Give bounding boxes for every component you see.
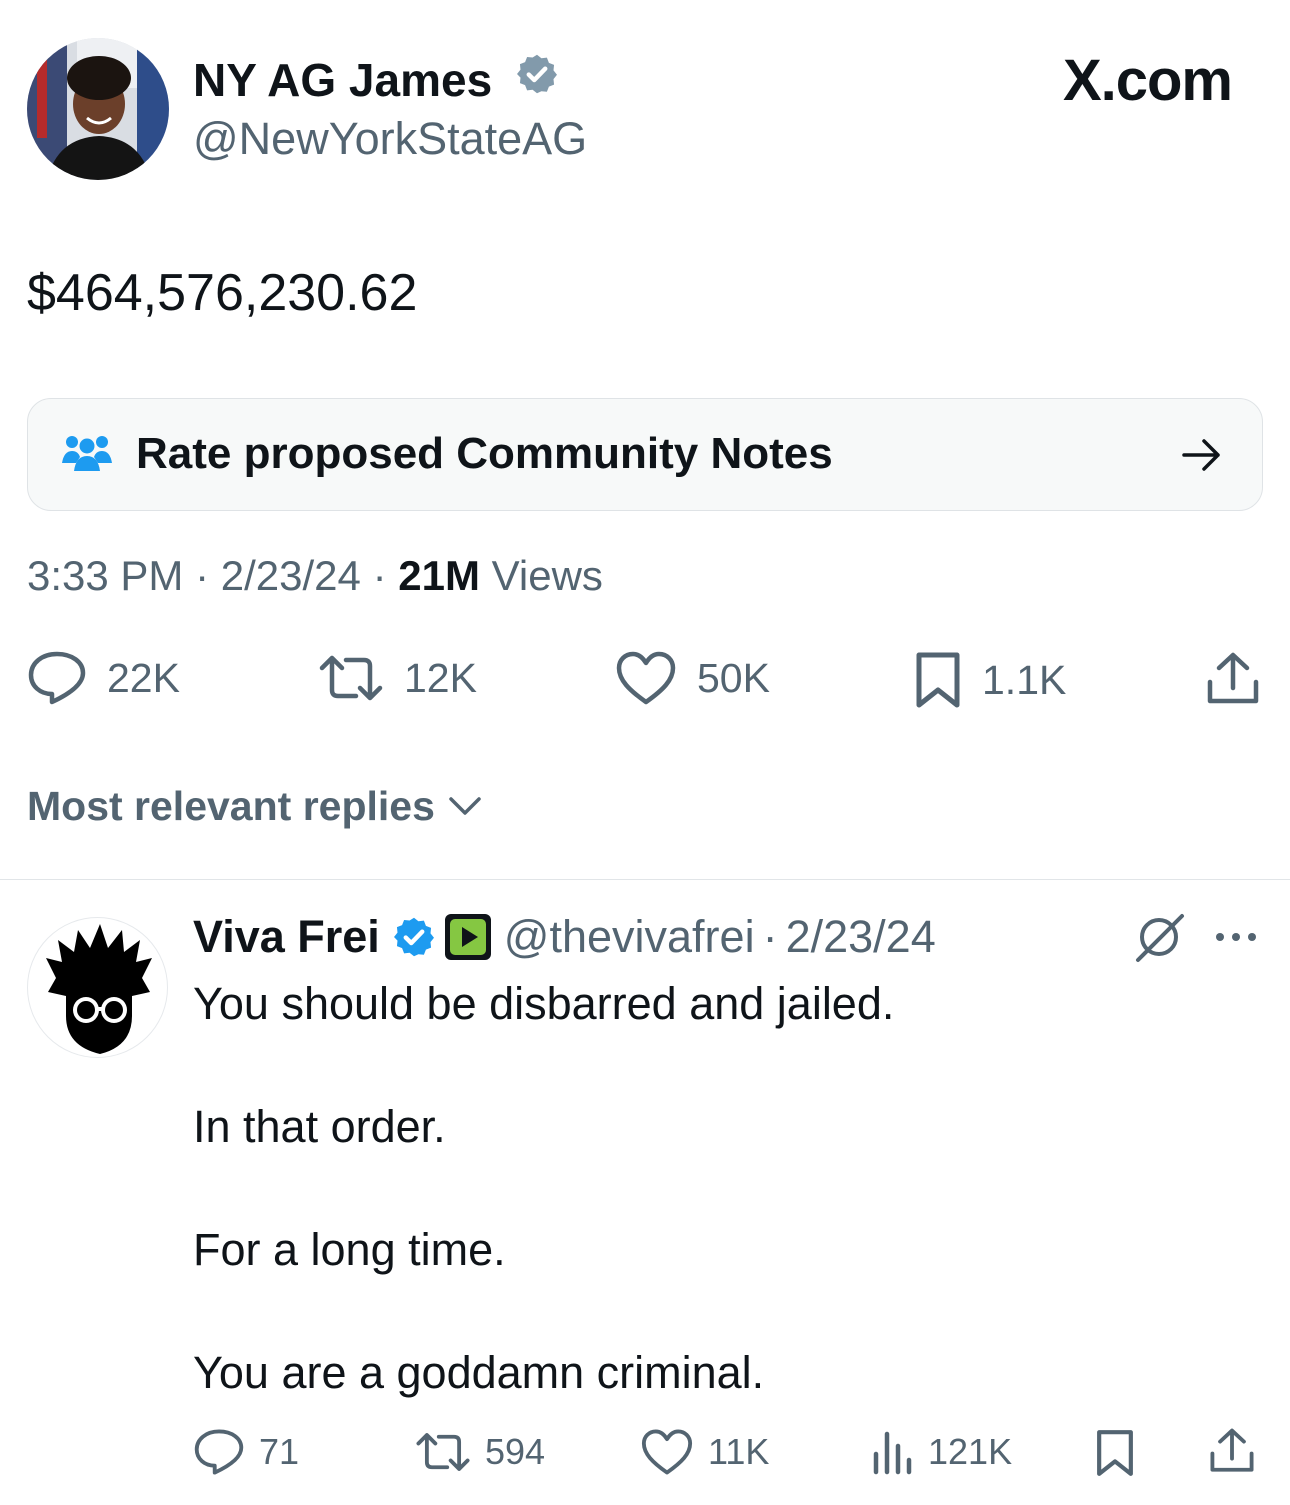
reply-date[interactable]: 2/23/24: [786, 908, 936, 966]
community-notes-card[interactable]: Rate proposed Community Notes: [27, 398, 1263, 511]
repost-button[interactable]: 12K: [318, 650, 477, 706]
reply-text-line: You are a goddamn criminal.: [193, 1347, 765, 1398]
share-icon: [1207, 652, 1259, 704]
reply-text-line: For a long time.: [193, 1224, 506, 1275]
repost-count: 12K: [404, 654, 477, 701]
tweet-text: $464,576,230.62: [27, 264, 418, 322]
bookmark-icon: [916, 652, 960, 708]
author-avatar[interactable]: [27, 38, 169, 180]
bookmark-icon: [1097, 1430, 1133, 1476]
brand-logo: X.com: [1062, 48, 1233, 113]
replies-sort-label: Most relevant replies: [27, 783, 435, 829]
like-button[interactable]: 50K: [615, 650, 770, 706]
verified-badge-icon: [392, 915, 436, 959]
reply-author-name[interactable]: Viva Frei: [193, 908, 380, 966]
reply-text-line: You should be disbarred and jailed.: [193, 978, 895, 1029]
views-chart-icon: [873, 1431, 912, 1475]
chevron-down-icon: [449, 797, 481, 815]
heart-icon: [616, 651, 676, 705]
reply-share-button[interactable]: [1208, 1428, 1256, 1474]
like-count: 50K: [697, 654, 770, 701]
bookmark-button[interactable]: 1.1K: [914, 650, 1066, 710]
reply-author-avatar[interactable]: [27, 917, 168, 1058]
reply-views-button[interactable]: 121K: [870, 1428, 1012, 1476]
reply-count: 22K: [107, 654, 180, 701]
arrow-right-icon: [1180, 435, 1224, 480]
section-divider: [0, 879, 1290, 880]
reply-bookmark-button[interactable]: [1095, 1428, 1135, 1478]
repost-icon: [416, 1433, 470, 1471]
reply-separator: ·: [762, 911, 778, 962]
share-button[interactable]: [1205, 652, 1261, 706]
reply-like-button[interactable]: 11K: [640, 1428, 769, 1476]
tweet-date[interactable]: 2/23/24: [221, 552, 361, 599]
repost-icon: [319, 655, 383, 701]
grok-icon[interactable]: [1132, 910, 1186, 969]
heart-icon: [641, 1429, 693, 1475]
views-count: 21M: [398, 552, 480, 599]
reply-reply-count: 71: [259, 1431, 300, 1472]
reply-repost-button[interactable]: 594: [415, 1428, 545, 1476]
share-icon: [1210, 1428, 1254, 1472]
author-name[interactable]: NY AG James: [193, 52, 559, 112]
reply-repost-count: 594: [485, 1431, 546, 1472]
reply-like-count: 11K: [708, 1431, 770, 1472]
more-options-icon[interactable]: [1212, 922, 1260, 957]
tweet-time[interactable]: 3:33 PM: [27, 552, 183, 599]
people-icon: [62, 433, 112, 478]
meta-separator: ·: [195, 552, 210, 599]
verified-badge-icon: [515, 52, 559, 108]
meta-separator: ·: [372, 552, 387, 599]
author-handle[interactable]: @NewYorkStateAG: [193, 112, 587, 166]
bookmark-count: 1.1K: [982, 656, 1067, 703]
views-label: Views: [491, 552, 603, 599]
tweet-meta: 3:33 PM · 2/23/24 · 21M Views: [27, 548, 603, 604]
reply-icon: [194, 1429, 244, 1475]
author-name-text: NY AG James: [193, 54, 493, 106]
reply-views-count: 121K: [928, 1431, 1013, 1472]
replies-sort-dropdown[interactable]: Most relevant replies: [27, 780, 487, 832]
reply-reply-button[interactable]: 71: [193, 1428, 299, 1476]
reply-author-handle[interactable]: @thevivafrei: [504, 908, 755, 966]
reply-icon: [28, 651, 86, 705]
reply-button[interactable]: 22K: [27, 650, 180, 706]
reply-text-line: In that order.: [193, 1101, 446, 1152]
reply-header: Viva Frei @thevivafrei · 2/23/24: [193, 908, 936, 966]
community-notes-label: Rate proposed Community Notes: [136, 429, 833, 478]
rumble-badge-icon: [444, 913, 492, 961]
